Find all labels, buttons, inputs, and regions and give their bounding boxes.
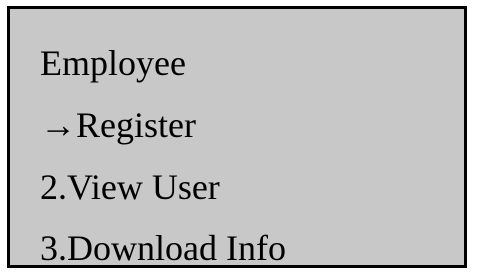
selection-arrow-icon: →	[40, 105, 76, 145]
menu-item-view-user[interactable]: 2.View User	[40, 167, 220, 207]
menu-item-register[interactable]: →Register	[40, 105, 196, 145]
lcd-menu-screen: Employee →Register 2.View User 3.Downloa…	[7, 6, 467, 268]
menu-title: Employee	[40, 43, 186, 83]
menu-item-label: 3.Download Info	[40, 228, 286, 268]
menu-item-label: 2.View User	[40, 167, 220, 207]
menu-item-label: Register	[76, 105, 196, 145]
menu-item-download-info[interactable]: 3.Download Info	[40, 228, 286, 268]
